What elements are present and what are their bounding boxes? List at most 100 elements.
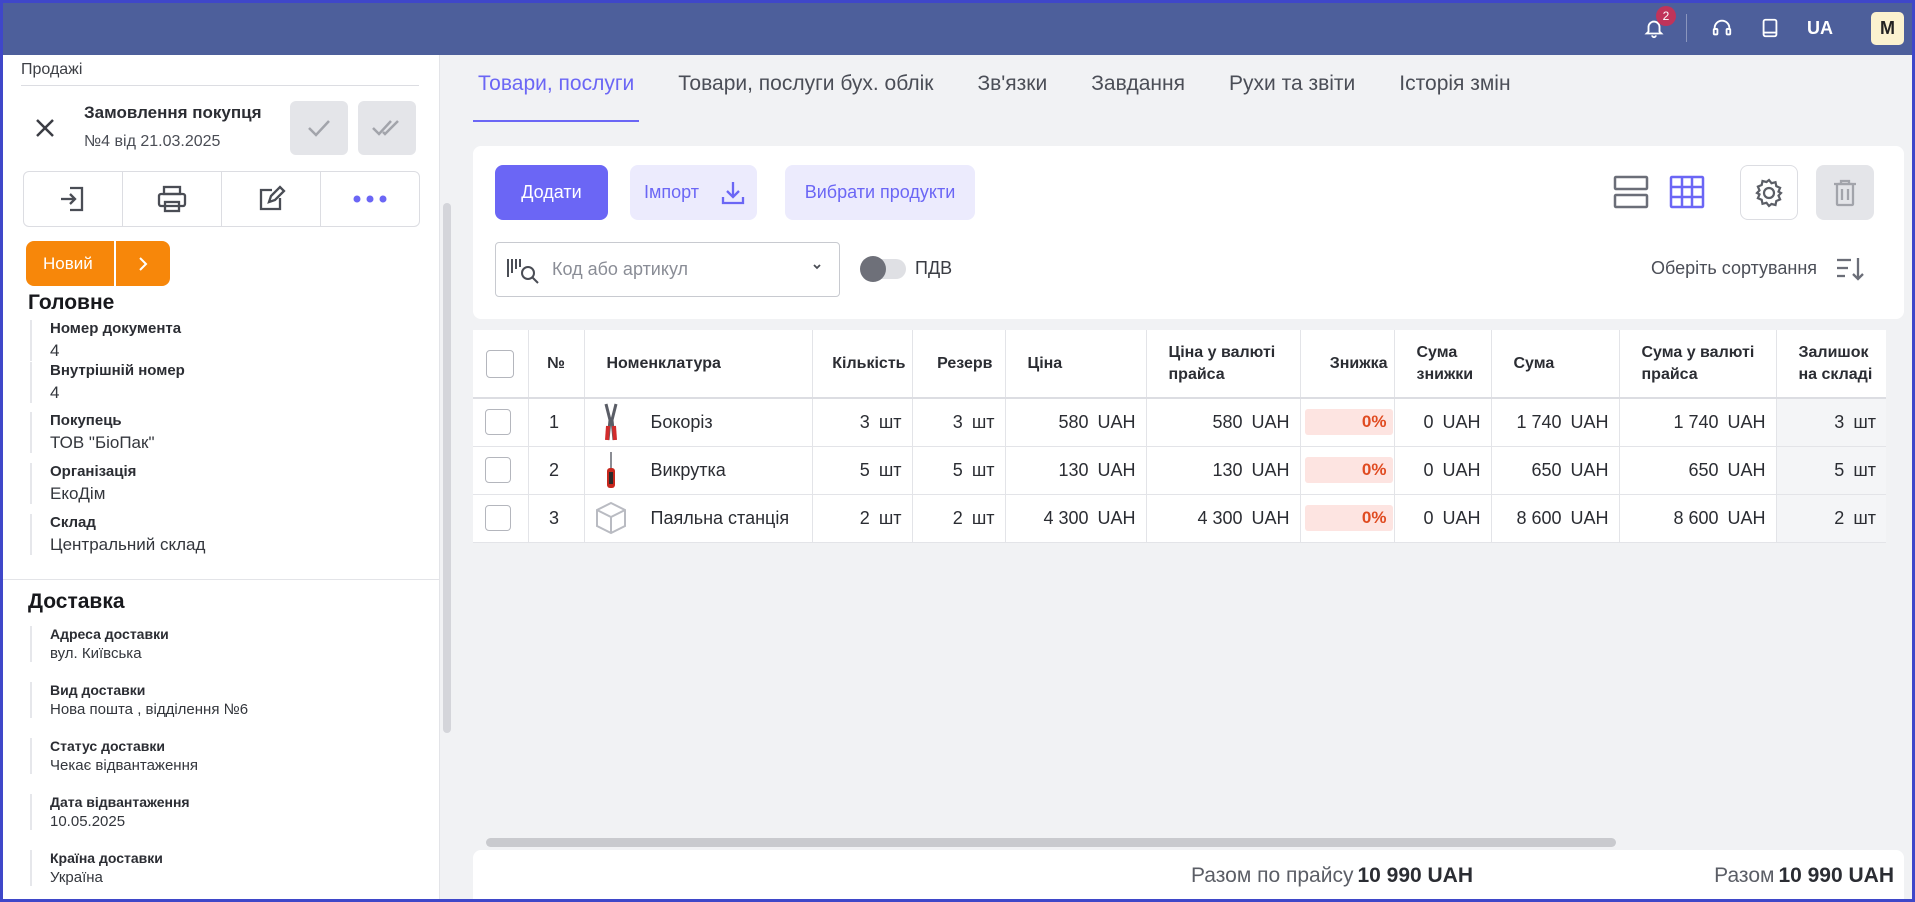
total-price-label: Разом по прайсу <box>1191 864 1354 887</box>
product-cell[interactable]: Паяльна станція <box>584 494 813 543</box>
qty-cell[interactable]: 3 шт <box>812 398 913 447</box>
discount-cell[interactable]: 0% <box>1300 446 1395 495</box>
field-value[interactable]: Чекає відвантаження <box>50 757 198 774</box>
col-sum[interactable]: Сума <box>1491 330 1620 399</box>
qty-cell[interactable]: 5 шт <box>812 446 913 495</box>
settings-button[interactable] <box>1740 165 1798 220</box>
add-button[interactable]: Додати <box>495 165 608 220</box>
field-value[interactable]: вул. Київська <box>50 645 169 662</box>
code-search-input[interactable] <box>552 259 792 280</box>
row-checkbox[interactable] <box>485 505 512 531</box>
col-price[interactable]: Ціна <box>1005 330 1147 399</box>
tab-links[interactable]: Зв'язки <box>972 72 1052 122</box>
chevron-down-icon[interactable] <box>811 261 823 273</box>
post-and-close-button[interactable] <box>358 101 416 155</box>
language-switch[interactable]: UA <box>1804 12 1836 44</box>
tab-movements-reports[interactable]: Рухи та звіти <box>1224 72 1360 122</box>
tab-tasks[interactable]: Завдання <box>1086 72 1190 122</box>
table-view-button[interactable] <box>1669 174 1705 215</box>
col-no[interactable]: № <box>528 330 585 399</box>
field-value[interactable]: ЕкоДім <box>50 484 136 504</box>
enter-button[interactable] <box>24 172 123 226</box>
price-cell[interactable]: 4 300 UAH <box>1005 494 1147 543</box>
col-price-list[interactable]: Ціна у валюті прайса <box>1146 330 1301 399</box>
price-list-cell[interactable]: 130 UAH <box>1146 446 1301 495</box>
field-value[interactable]: Центральний склад <box>50 535 205 555</box>
status-badge[interactable]: Новий <box>26 241 114 286</box>
discount-sum-value: 0 <box>1423 411 1434 432</box>
more-button[interactable] <box>321 172 419 226</box>
support-button[interactable] <box>1708 12 1736 44</box>
import-button[interactable]: Імпорт <box>630 165 757 220</box>
row-number: 1 <box>528 398 585 447</box>
table-row[interactable]: 1 Бокоріз 3 шт 3 шт 580 UAH 580 UAH 0% 0 UAH … <box>473 398 1886 447</box>
discount-cell[interactable]: 0% <box>1300 494 1395 543</box>
col-qty[interactable]: Кількість <box>812 330 913 399</box>
trash-icon <box>1834 179 1856 206</box>
sort-select[interactable]: Оберіть сортування <box>1651 258 1817 279</box>
tab-goods-services[interactable]: Товари, послуги <box>473 72 640 122</box>
select-all-checkbox[interactable] <box>486 349 515 378</box>
sum-list-cell[interactable]: 650 UAH <box>1619 446 1777 495</box>
divider <box>21 85 419 86</box>
row-checkbox[interactable] <box>485 409 512 436</box>
sum-list-cell[interactable]: 8 600 UAH <box>1619 494 1777 543</box>
document-actions <box>23 171 420 227</box>
print-button[interactable] <box>123 172 222 226</box>
reserve-cell[interactable]: 5 шт <box>912 446 1006 495</box>
discount-sum-cell[interactable]: 0 UAH <box>1394 398 1492 447</box>
post-button[interactable] <box>290 101 348 155</box>
price-cell[interactable]: 580 UAH <box>1005 398 1147 447</box>
price-list-cell[interactable]: 4 300 UAH <box>1146 494 1301 543</box>
sum-cell[interactable]: 1 740 UAH <box>1491 398 1620 447</box>
tab-goods-accounting[interactable]: Товари, послуги бух. облік <box>673 72 938 122</box>
discount-sum-cell[interactable]: 0 UAH <box>1394 446 1492 495</box>
sort-button[interactable] <box>1835 254 1865 289</box>
choose-products-button[interactable]: Вибрати продукти <box>785 165 975 220</box>
col-reserve[interactable]: Резерв <box>912 330 1006 399</box>
delete-button[interactable] <box>1816 165 1874 220</box>
field-value[interactable]: 10.05.2025 <box>50 813 190 830</box>
product-cell[interactable]: Викрутка <box>584 446 813 495</box>
col-discount[interactable]: Знижка <box>1300 330 1395 399</box>
price-list-value: 4 300 <box>1197 507 1243 528</box>
row-checkbox[interactable] <box>485 457 512 483</box>
col-stock[interactable]: Залишок на складі <box>1776 330 1886 399</box>
sum-cell[interactable]: 8 600 UAH <box>1491 494 1620 543</box>
col-name[interactable]: Номенклатура <box>584 330 813 399</box>
table-horizontal-scrollbar[interactable] <box>486 838 1616 847</box>
qty-cell[interactable]: 2 шт <box>812 494 913 543</box>
sum-list-cell[interactable]: 1 740 UAH <box>1619 398 1777 447</box>
code-search-field[interactable] <box>495 242 840 297</box>
list-view-button[interactable] <box>1613 174 1649 215</box>
reserve-cell[interactable]: 3 шт <box>912 398 1006 447</box>
avatar[interactable]: M <box>1871 12 1904 45</box>
field-value[interactable]: Нова пошта , відділення №6 <box>50 701 248 718</box>
next-status-button[interactable] <box>116 241 170 286</box>
table-row[interactable]: 3 Паяльна станція 2 шт 2 шт 4 300 UAH 4 300… <box>473 494 1886 543</box>
close-button[interactable] <box>30 113 60 143</box>
field-delivery-status: Статус доставки Чекає відвантаження <box>30 738 198 774</box>
discount-sum-cell[interactable]: 0 UAH <box>1394 494 1492 543</box>
product-cell[interactable]: Бокоріз <box>584 398 813 447</box>
table-row[interactable]: 2 Викрутка 5 шт 5 шт 130 UAH 130 UAH 0% 0 UAH… <box>473 446 1886 495</box>
field-value[interactable]: Україна <box>50 869 163 886</box>
price-list-cell[interactable]: 580 UAH <box>1146 398 1301 447</box>
unit-label: шт <box>971 411 995 432</box>
document-sidebar: Продажі Замовлення покупця №4 від 21.03.… <box>0 55 440 902</box>
tab-history[interactable]: Історія змін <box>1394 72 1515 122</box>
discount-cell[interactable]: 0% <box>1300 398 1395 447</box>
sum-cell[interactable]: 650 UAH <box>1491 446 1620 495</box>
col-discount-sum[interactable]: Сума знижки <box>1394 330 1492 399</box>
price-cell[interactable]: 130 UAH <box>1005 446 1147 495</box>
docs-button[interactable] <box>1756 12 1784 44</box>
col-sum-list[interactable]: Сума у валюті прайса <box>1619 330 1777 399</box>
reserve-cell[interactable]: 2 шт <box>912 494 1006 543</box>
notifications-button[interactable]: 2 <box>1640 6 1676 44</box>
sidebar-scrollbar[interactable] <box>443 203 451 733</box>
edit-button[interactable] <box>222 172 321 226</box>
field-value[interactable]: ТОВ "БіоПак" <box>50 433 154 453</box>
vat-toggle[interactable] <box>860 256 906 282</box>
discount-sum-value: 0 <box>1423 507 1434 528</box>
breadcrumb[interactable]: Продажі <box>21 61 82 79</box>
